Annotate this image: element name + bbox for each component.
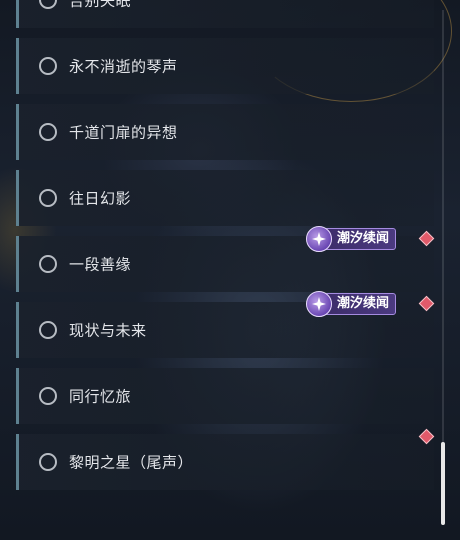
badge-label: 潮汐续闻 xyxy=(324,293,397,315)
quest-item-3[interactable]: 往日幻影 xyxy=(16,170,434,226)
circle-outline-icon xyxy=(39,321,57,339)
quest-label: 一段善缘 xyxy=(69,255,132,274)
quest-label: 黎明之星（尾声） xyxy=(69,453,194,472)
sparkle-star-icon xyxy=(306,291,332,317)
quest-list: 告别失眠 永不消逝的琴声 千道门扉的异想 往日幻影 一段善缘 现状与未来 同行忆… xyxy=(16,0,434,540)
accent-bar xyxy=(16,170,19,226)
accent-bar xyxy=(16,368,19,424)
accent-bar xyxy=(16,302,19,358)
circle-outline-icon xyxy=(39,0,57,9)
tide-badge: 潮汐续闻 xyxy=(306,226,397,252)
circle-outline-icon xyxy=(39,255,57,273)
accent-bar xyxy=(16,104,19,160)
quest-label: 千道门扉的异想 xyxy=(69,123,178,142)
accent-bar xyxy=(16,38,19,94)
quest-item-1[interactable]: 永不消逝的琴声 xyxy=(16,38,434,94)
circle-outline-icon xyxy=(39,453,57,471)
quest-item-7[interactable]: 黎明之星（尾声） xyxy=(16,434,434,490)
circle-outline-icon xyxy=(39,123,57,141)
tide-badge: 潮汐续闻 xyxy=(306,291,397,317)
accent-bar xyxy=(16,236,19,292)
quest-label: 永不消逝的琴声 xyxy=(69,57,178,76)
quest-label: 同行忆旅 xyxy=(69,387,132,406)
scrollbar-thumb[interactable] xyxy=(441,442,445,525)
sparkle-star-icon xyxy=(306,226,332,252)
quest-label: 现状与未来 xyxy=(69,321,147,340)
accent-bar xyxy=(16,434,19,490)
accent-bar xyxy=(16,0,19,28)
quest-label: 告别失眠 xyxy=(69,0,132,10)
badge-label: 潮汐续闻 xyxy=(324,228,397,250)
circle-outline-icon xyxy=(39,57,57,75)
quest-label: 往日幻影 xyxy=(69,189,132,208)
quest-item-6[interactable]: 同行忆旅 xyxy=(16,368,434,424)
quest-item-2[interactable]: 千道门扉的异想 xyxy=(16,104,434,160)
quest-item-0[interactable]: 告别失眠 xyxy=(16,0,434,28)
circle-outline-icon xyxy=(39,387,57,405)
circle-outline-icon xyxy=(39,189,57,207)
